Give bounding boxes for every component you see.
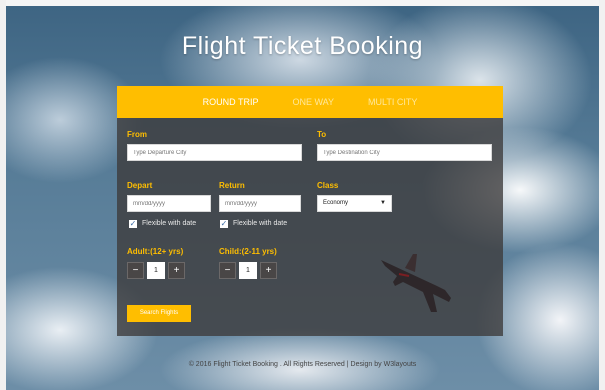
return-flexible-label: Flexible with date xyxy=(233,220,288,227)
depart-flexible-label: Flexible with date xyxy=(142,220,197,227)
caret-down-icon: ▼ xyxy=(380,200,386,206)
search-flights-button[interactable]: Search Flights xyxy=(127,305,191,322)
depart-label: Depart xyxy=(127,181,153,190)
to-input[interactable] xyxy=(317,144,492,161)
from-input[interactable] xyxy=(127,144,302,161)
to-label: To xyxy=(317,130,327,139)
depart-date-input[interactable] xyxy=(127,195,211,212)
class-label: Class xyxy=(317,181,339,190)
from-label: From xyxy=(127,130,147,139)
adult-label: Adult:(12+ yrs) xyxy=(127,247,184,256)
trip-type-tabs: ROUND TRIP ONE WAY MULTI CITY xyxy=(117,86,503,118)
class-select-value: Economy xyxy=(323,200,349,206)
return-label: Return xyxy=(219,181,245,190)
class-select[interactable]: Economy ▼ xyxy=(317,195,392,212)
depart-flexible-checkbox[interactable]: ✓ xyxy=(129,220,137,228)
tab-round-trip[interactable]: ROUND TRIP xyxy=(203,97,259,107)
airplane-image xyxy=(381,254,451,312)
page-title: Flight Ticket Booking xyxy=(181,32,424,60)
booking-panel: ROUND TRIP ONE WAY MULTI CITY From To De… xyxy=(117,86,503,336)
tab-one-way[interactable]: ONE WAY xyxy=(292,97,334,107)
return-date-input[interactable] xyxy=(219,195,301,212)
tab-multi-city[interactable]: MULTI CITY xyxy=(368,97,417,107)
footer-copyright: © 2016 Flight Ticket Booking . All Right… xyxy=(188,361,417,368)
child-count[interactable]: 1 xyxy=(239,262,257,279)
frame-top-border xyxy=(0,0,605,6)
checkmark-icon: ✓ xyxy=(129,219,137,228)
adult-decrement-button[interactable]: − xyxy=(127,262,144,279)
child-decrement-button[interactable]: − xyxy=(219,262,236,279)
child-increment-button[interactable]: + xyxy=(260,262,277,279)
child-label: Child:(2-11 yrs) xyxy=(219,247,277,256)
adult-count[interactable]: 1 xyxy=(147,262,165,279)
adult-increment-button[interactable]: + xyxy=(168,262,185,279)
checkmark-icon: ✓ xyxy=(220,219,228,228)
return-flexible-checkbox[interactable]: ✓ xyxy=(220,220,228,228)
